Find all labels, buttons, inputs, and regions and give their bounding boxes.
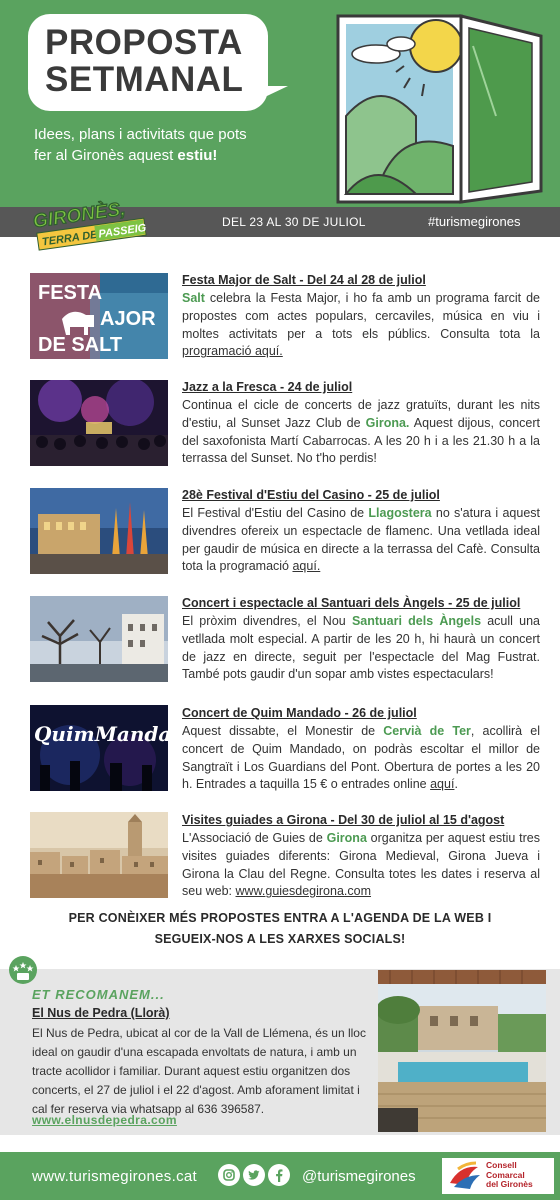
intro-bold: estiu! bbox=[177, 147, 218, 164]
recommend-title[interactable]: El Nus de Pedra (Llorà) bbox=[32, 1006, 170, 1020]
event-description: Aquest dissabte, el Monestir de Cervià d… bbox=[182, 723, 540, 794]
instagram-icon[interactable] bbox=[218, 1164, 240, 1186]
event-body: 28è Festival d'Estiu del Casino - 25 de … bbox=[182, 487, 540, 576]
twitter-icon[interactable] bbox=[243, 1164, 265, 1186]
place-highlight: Salt bbox=[182, 291, 205, 305]
recommend-badge-icon bbox=[9, 956, 37, 984]
image-text-festa: FESTA bbox=[38, 282, 102, 304]
council-name: Consell Comarcal del Gironès bbox=[486, 1160, 533, 1190]
desc-text: celebra la Festa Major, i ho fa amb un p… bbox=[182, 291, 540, 341]
event-title-link[interactable]: Concert de Quim Mandado - 26 de juliol bbox=[182, 705, 540, 722]
footer: www.turismegirones.cat @turismegirones C… bbox=[0, 1152, 560, 1200]
recommend-kicker: ET RECOMANEM... bbox=[32, 987, 165, 1002]
title-line-1: PROPOSTA bbox=[45, 23, 243, 62]
social-handle[interactable]: @turismegirones bbox=[302, 1168, 416, 1185]
open-window-illustration bbox=[336, 14, 543, 204]
place-highlight: Llagostera bbox=[368, 506, 432, 520]
event-description: El pròxim divendres, el Nou Santuari del… bbox=[182, 613, 540, 684]
recommend-photo[interactable] bbox=[378, 970, 546, 1132]
place-highlight: Santuari dels Àngels bbox=[351, 614, 482, 628]
event-body: Concert i espectacle al Santuari dels Àn… bbox=[182, 595, 540, 684]
event-title-link[interactable]: Festa Major de Salt - Del 24 al 28 de ju… bbox=[182, 272, 540, 289]
event-description: L'Associació de Guies de Girona organitz… bbox=[182, 830, 540, 901]
image-text-ajor: AJOR bbox=[100, 308, 156, 330]
desc-text: El Festival d'Estiu del Casino de bbox=[182, 506, 369, 520]
event-image-girona[interactable] bbox=[30, 812, 168, 898]
event-image-santuari[interactable] bbox=[30, 596, 168, 682]
programme-link[interactable]: programació aquí. bbox=[182, 344, 283, 358]
desc-text: . bbox=[454, 777, 458, 792]
hashtag[interactable]: #turismegirones bbox=[428, 214, 521, 229]
event-body: Concert de Quim Mandado - 26 de juliol A… bbox=[182, 705, 540, 794]
event-body: Festa Major de Salt - Del 24 al 28 de ju… bbox=[182, 272, 540, 361]
event-image-quim-mandado[interactable]: QuimMandad bbox=[30, 705, 168, 791]
girones-logo: GIRONÈS, TERRA DE PASSEIG bbox=[31, 197, 147, 251]
event-image-casino[interactable] bbox=[30, 488, 168, 574]
event-description: Salt celebra la Festa Major, i ho fa amb… bbox=[182, 290, 540, 361]
event-image-festa-major[interactable]: FESTA AJOR DE SALT bbox=[30, 273, 168, 359]
cta-line-1: PER CONÈIXER MÉS PROPOSTES ENTRA A L'AGE… bbox=[68, 911, 492, 925]
cta-line-2: SEGUEIX-NOS A LES XARXES SOCIALS! bbox=[154, 932, 406, 946]
place-highlight: Girona bbox=[326, 831, 367, 845]
page-title: PROPOSTA SETMANAL bbox=[45, 24, 255, 98]
date-range: DEL 23 AL 30 DE JULIOL bbox=[222, 215, 366, 229]
event-body: Visites guiades a Girona - Del 30 de jul… bbox=[182, 812, 540, 901]
council-line-3: del Gironès bbox=[486, 1179, 533, 1189]
recommend-website-link[interactable]: www.elnusdepedra.com bbox=[32, 1113, 177, 1127]
event-title-link[interactable]: 28è Festival d'Estiu del Casino - 25 de … bbox=[182, 487, 540, 504]
intro-text: Idees, plans i activitats que pots fer a… bbox=[34, 124, 264, 166]
event-body: Jazz a la Fresca - 24 de juliol Continua… bbox=[182, 379, 540, 468]
recommend-description: El Nus de Pedra, ubicat al cor de la Val… bbox=[32, 1026, 366, 1116]
council-logo-mark bbox=[450, 1161, 480, 1189]
event-image-jazz[interactable] bbox=[30, 380, 168, 466]
title-line-2: SETMANAL bbox=[45, 60, 244, 99]
speech-bubble-tail bbox=[250, 86, 288, 104]
desc-text: Aquest dissabte, el Monestir de bbox=[182, 724, 384, 738]
call-to-action: PER CONÈIXER MÉS PROPOSTES ENTRA A L'AGE… bbox=[40, 908, 520, 950]
event-description: Continua el cicle de concerts de jazz gr… bbox=[182, 397, 540, 468]
website-link[interactable]: www.turismegirones.cat bbox=[32, 1168, 197, 1185]
programme-link[interactable]: aquí. bbox=[292, 559, 320, 573]
tickets-link[interactable]: aquí bbox=[430, 777, 454, 791]
image-text-de-salt: DE SALT bbox=[38, 334, 122, 356]
desc-text: L'Associació de Guies de bbox=[182, 831, 327, 845]
event-description: El Festival d'Estiu del Casino de Llagos… bbox=[182, 505, 540, 576]
guides-website-link[interactable]: www.guiesdegirona.com bbox=[236, 884, 372, 898]
facebook-icon[interactable] bbox=[268, 1164, 290, 1186]
image-text-quim-mandado: QuimMandad bbox=[34, 722, 168, 746]
desc-text: El pròxim divendres, el Nou bbox=[182, 614, 352, 628]
place-highlight: Girona. bbox=[365, 415, 410, 430]
event-title-link[interactable]: Concert i espectacle al Santuari dels Àn… bbox=[182, 595, 540, 612]
header-banner: PROPOSTA SETMANAL Idees, plans i activit… bbox=[0, 0, 560, 207]
recommendation-panel: ET RECOMANEM... El Nus de Pedra (Llorà) … bbox=[0, 969, 560, 1135]
place-highlight: Cervià de Ter bbox=[383, 724, 471, 738]
event-title-link[interactable]: Jazz a la Fresca - 24 de juliol bbox=[182, 379, 540, 396]
event-title-link[interactable]: Visites guiades a Girona - Del 30 de jul… bbox=[182, 812, 540, 829]
